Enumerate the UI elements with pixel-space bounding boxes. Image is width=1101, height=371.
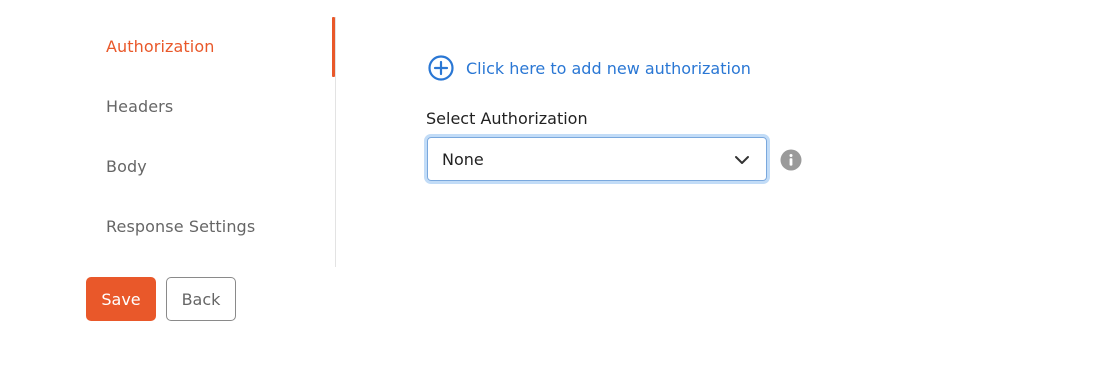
sidebar-nav: Authorization Headers Body Response Sett… [0,0,336,268]
save-button[interactable]: Save [86,277,156,321]
info-icon[interactable] [780,149,802,171]
active-tab-indicator [332,17,335,77]
sidebar-item-response-settings[interactable]: Response Settings [106,217,255,236]
sidebar-item-body[interactable]: Body [106,157,147,176]
sidebar-item-authorization[interactable]: Authorization [106,37,214,56]
sidebar-divider [335,17,336,267]
chevron-down-icon [735,156,749,164]
add-authorization-label: Click here to add new authorization [466,58,751,78]
plus-circle-icon [428,55,454,81]
sidebar-item-headers[interactable]: Headers [106,97,173,116]
add-authorization-link[interactable]: Click here to add new authorization [428,55,751,81]
authorization-select[interactable]: None [424,134,770,184]
select-value: None [442,149,484,169]
back-button[interactable]: Back [166,277,236,321]
select-authorization-label: Select Authorization [426,109,588,128]
